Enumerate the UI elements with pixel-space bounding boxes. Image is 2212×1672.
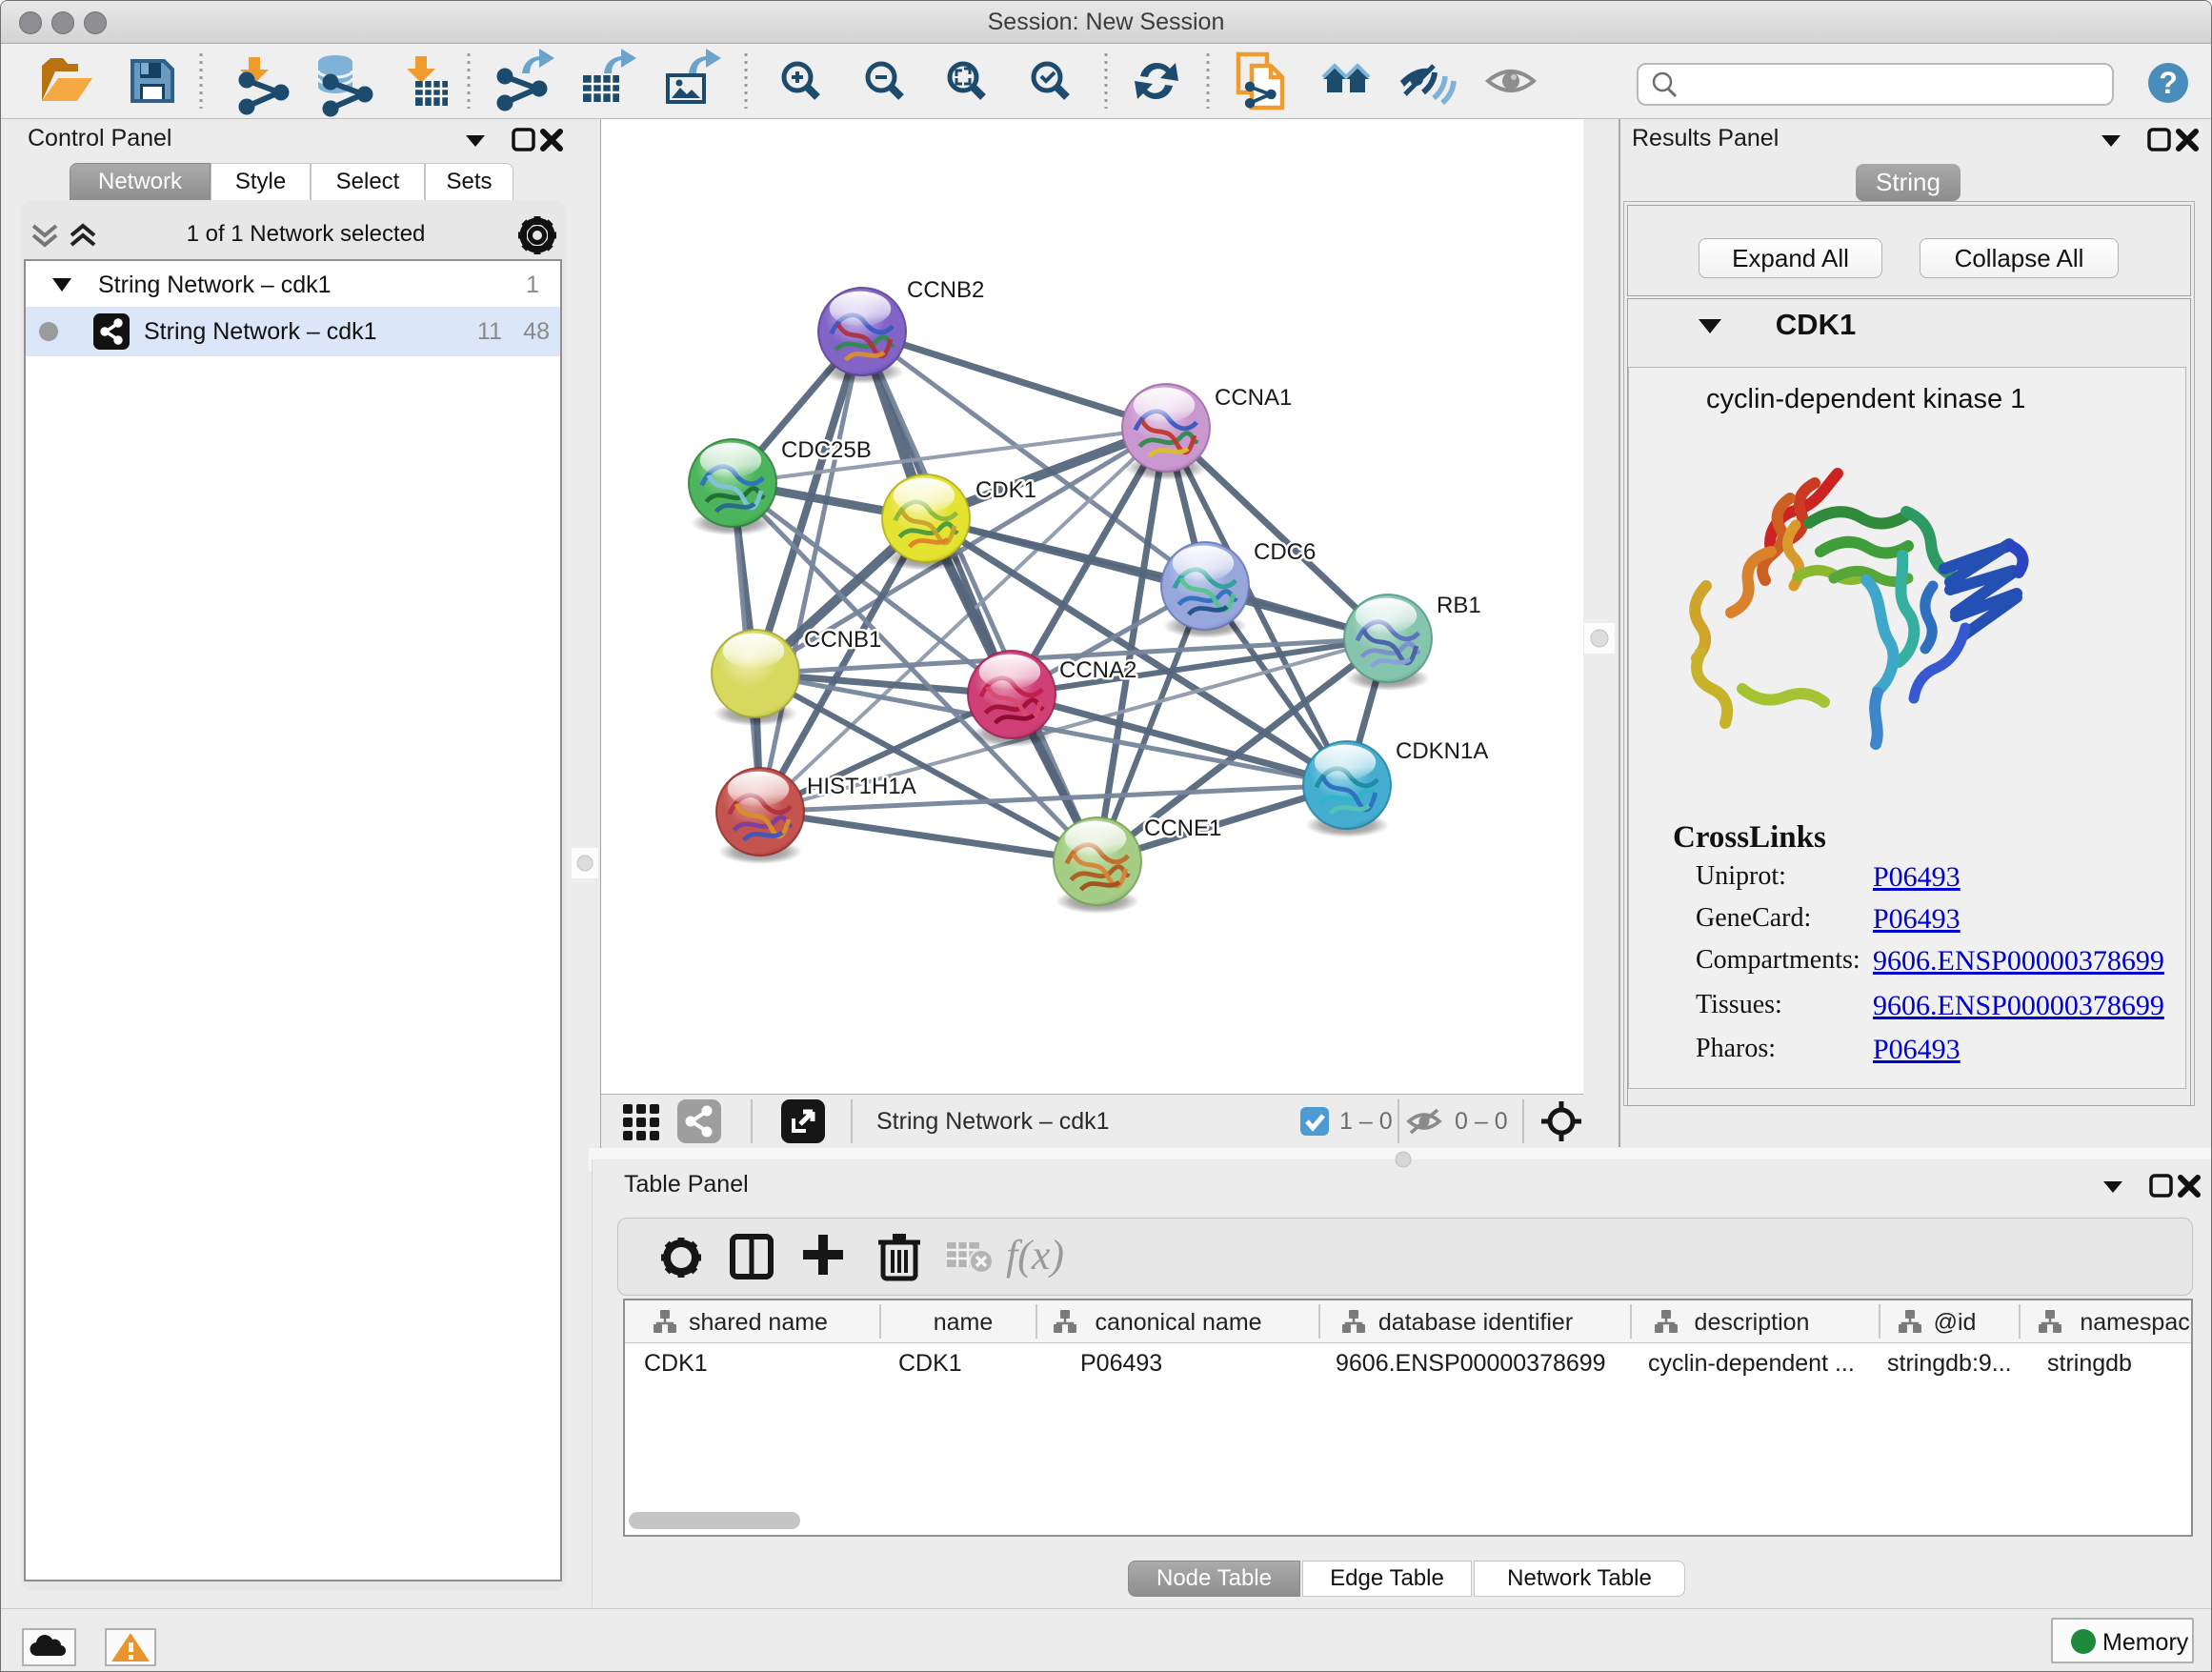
svg-text:CCNA1: CCNA1 [1215,385,1292,411]
svg-text:database identifier: database identifier [1378,1309,1573,1336]
svg-text:HIST1H1A: HIST1H1A [807,774,916,799]
svg-text:shared name: shared name [689,1309,828,1336]
svg-text:0 – 0: 0 – 0 [1455,1108,1508,1135]
svg-text:canonical name: canonical name [1095,1309,1261,1336]
svg-text:@id: @id [1934,1309,1977,1336]
svg-text:CDKN1A: CDKN1A [1396,738,1488,764]
svg-text:name: name [934,1309,994,1336]
svg-text:namespace: namespace [2080,1309,2191,1336]
svg-text:?: ? [2159,66,2178,100]
svg-text:CDK1: CDK1 [975,477,1036,503]
svg-text:CCNE1: CCNE1 [1144,816,1221,841]
svg-text:String Network – cdk1: String Network – cdk1 [876,1108,1110,1135]
svg-text:description: description [1695,1309,1810,1336]
svg-text:CCNB1: CCNB1 [804,627,881,653]
svg-text:CCNA2: CCNA2 [1059,657,1136,683]
svg-text:1 – 0: 1 – 0 [1339,1108,1393,1135]
svg-text:CDC25B: CDC25B [781,437,872,463]
svg-text:CDC6: CDC6 [1254,539,1316,565]
svg-text:RB1: RB1 [1437,593,1481,618]
svg-text:CCNB2: CCNB2 [907,277,984,303]
svg-text:f(x): f(x) [1006,1232,1064,1279]
